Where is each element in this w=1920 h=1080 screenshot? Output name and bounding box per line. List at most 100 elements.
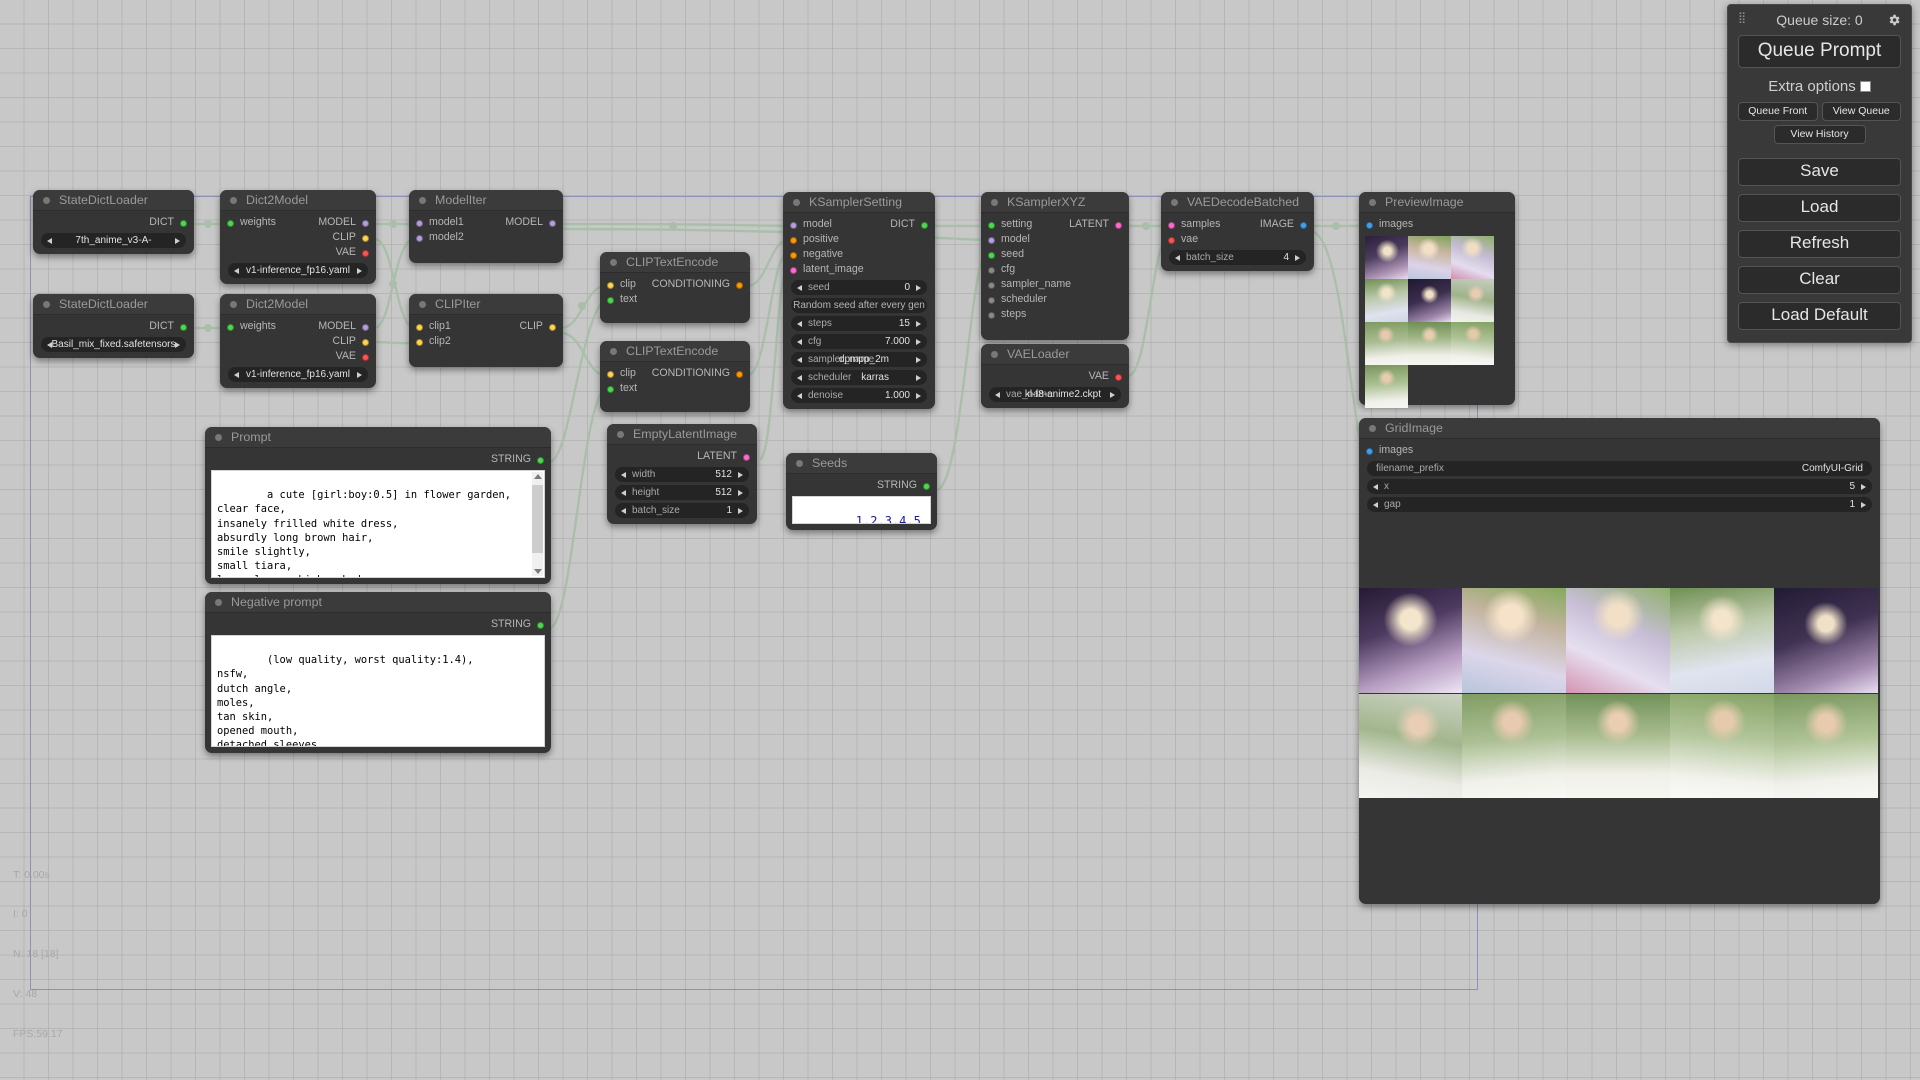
- collapse-dot-icon[interactable]: [215, 599, 222, 606]
- slot-dot-icon[interactable]: [988, 252, 995, 259]
- slot-dot-icon[interactable]: [736, 371, 743, 378]
- widget-config-name[interactable]: v1-inference_fp16.yaml: [228, 263, 368, 278]
- slot-dot-icon[interactable]: [1366, 448, 1373, 455]
- grid-thumbnail[interactable]: [1566, 694, 1670, 798]
- slot-dot-icon[interactable]: [537, 457, 544, 464]
- preview-thumbnail[interactable]: [1365, 322, 1408, 365]
- grid-thumbnail[interactable]: [1359, 694, 1462, 798]
- preview-thumbnail[interactable]: [1408, 322, 1451, 365]
- slot-dot-icon[interactable]: [988, 237, 995, 244]
- slot-dot-icon[interactable]: [921, 222, 928, 229]
- view-queue-button[interactable]: View Queue: [1822, 102, 1902, 121]
- input-slot-images[interactable]: images: [1359, 217, 1515, 232]
- arrow-left-icon[interactable]: [621, 508, 626, 514]
- widget-height[interactable]: height 512: [615, 485, 749, 500]
- slot-dot-icon[interactable]: [988, 297, 995, 304]
- slot-dot-icon[interactable]: [1300, 222, 1307, 229]
- arrow-left-icon[interactable]: [621, 490, 626, 496]
- input-slot-samples[interactable]: samples: [1161, 217, 1220, 232]
- slot-dot-icon[interactable]: [362, 324, 369, 331]
- node-title[interactable]: VAELoader: [981, 344, 1129, 365]
- grid-thumbnail[interactable]: [1462, 694, 1566, 798]
- node-title[interactable]: PreviewImage: [1359, 192, 1515, 213]
- collapse-dot-icon[interactable]: [617, 431, 624, 438]
- node-cliptextencode-2[interactable]: CLIPTextEncode clip CONDITIONING text: [600, 341, 750, 412]
- arrow-right-icon[interactable]: [916, 393, 921, 399]
- node-statedictloader-2[interactable]: StateDictLoader DICT Basil_mix_fixed.saf…: [33, 294, 194, 358]
- node-clipiter[interactable]: CLIPIter clip1 CLIP clip2: [409, 294, 563, 367]
- slot-dot-icon[interactable]: [362, 250, 369, 257]
- collapse-dot-icon[interactable]: [419, 301, 426, 308]
- slot-dot-icon[interactable]: [607, 297, 614, 304]
- slot-dot-icon[interactable]: [1366, 222, 1373, 229]
- clear-button[interactable]: Clear: [1738, 266, 1901, 294]
- output-slot-vae[interactable]: VAE: [981, 369, 1129, 384]
- slot-dot-icon[interactable]: [988, 222, 995, 229]
- node-modeliter[interactable]: ModelIter model1 MODEL model2: [409, 190, 563, 263]
- input-slot-cfg[interactable]: cfg: [981, 262, 1129, 277]
- load-button[interactable]: Load: [1738, 194, 1901, 222]
- extra-options-row[interactable]: Extra options: [1738, 77, 1901, 96]
- output-slot-clip[interactable]: CLIP: [220, 334, 376, 349]
- gear-icon[interactable]: [1887, 13, 1901, 27]
- slot-dot-icon[interactable]: [537, 622, 544, 629]
- preview-thumbnail[interactable]: [1365, 365, 1408, 408]
- node-title[interactable]: Seeds: [786, 453, 937, 474]
- node-title[interactable]: Dict2Model: [220, 294, 376, 315]
- grid-thumbnail[interactable]: [1670, 588, 1774, 693]
- output-slot-latent[interactable]: LATENT: [1069, 217, 1129, 232]
- output-slot-model[interactable]: MODEL: [505, 215, 563, 230]
- node-title[interactable]: Prompt: [205, 427, 551, 448]
- output-slot-clip[interactable]: CLIP: [519, 319, 563, 334]
- collapse-dot-icon[interactable]: [610, 348, 617, 355]
- save-button[interactable]: Save: [1738, 158, 1901, 186]
- output-slot-dict[interactable]: DICT: [890, 217, 935, 232]
- input-slot-weights[interactable]: weights: [220, 215, 276, 230]
- slot-dot-icon[interactable]: [790, 267, 797, 274]
- arrow-right-icon[interactable]: [738, 472, 743, 478]
- grid-image-output[interactable]: [1359, 588, 1880, 798]
- arrow-right-icon[interactable]: [738, 490, 743, 496]
- node-negative-prompt[interactable]: Negative prompt STRING (low quality, wor…: [205, 592, 551, 753]
- collapse-dot-icon[interactable]: [610, 259, 617, 266]
- slot-dot-icon[interactable]: [790, 237, 797, 244]
- scrollbar-thumb[interactable]: [532, 485, 543, 553]
- refresh-button[interactable]: Refresh: [1738, 230, 1901, 258]
- input-slot-negative[interactable]: negative: [783, 247, 935, 262]
- widget-seed[interactable]: seed 0: [791, 280, 927, 295]
- output-slot-vae[interactable]: VAE: [220, 245, 376, 260]
- output-slot-dict[interactable]: DICT: [33, 215, 194, 230]
- preview-thumbnail[interactable]: [1365, 279, 1408, 322]
- slot-dot-icon[interactable]: [743, 454, 750, 461]
- input-slot-model2[interactable]: model2: [409, 230, 563, 245]
- input-slot-clip2[interactable]: clip2: [409, 334, 563, 349]
- preview-thumbnail[interactable]: [1408, 236, 1451, 279]
- preview-thumbnail[interactable]: [1451, 279, 1494, 322]
- node-ksamplersetting[interactable]: KSamplerSetting model DICT positive nega…: [783, 192, 935, 409]
- arrow-right-icon[interactable]: [916, 321, 921, 327]
- output-slot-dict[interactable]: DICT: [33, 319, 194, 334]
- node-title[interactable]: CLIPTextEncode: [600, 252, 750, 273]
- input-slot-weights[interactable]: weights: [220, 319, 276, 334]
- grid-thumbnail[interactable]: [1774, 588, 1878, 693]
- node-title[interactable]: GridImage: [1359, 418, 1880, 439]
- slot-dot-icon[interactable]: [549, 324, 556, 331]
- input-slot-steps[interactable]: steps: [981, 307, 1129, 322]
- arrow-right-icon[interactable]: [1861, 484, 1866, 490]
- input-slot-clip[interactable]: clip: [600, 366, 636, 381]
- input-slot-clip1[interactable]: clip1: [409, 319, 451, 334]
- preview-thumbnail[interactable]: [1408, 279, 1451, 322]
- arrow-right-icon[interactable]: [357, 268, 362, 274]
- scroll-down-icon[interactable]: [534, 569, 542, 574]
- arrow-right-icon[interactable]: [738, 508, 743, 514]
- widget-ckpt-name[interactable]: Basil_mix_fixed.safetensors: [41, 337, 186, 352]
- widget-sampler-name[interactable]: sampler_name dpmpp_2m: [791, 352, 927, 367]
- output-slot-model[interactable]: MODEL: [318, 215, 376, 230]
- arrow-right-icon[interactable]: [916, 357, 921, 363]
- node-dict2model-1[interactable]: Dict2Model weights MODEL CLIP VAE: [220, 190, 376, 284]
- node-dict2model-2[interactable]: Dict2Model weights MODEL CLIP VAE: [220, 294, 376, 388]
- queue-prompt-button[interactable]: Queue Prompt: [1738, 35, 1901, 68]
- slot-dot-icon[interactable]: [362, 235, 369, 242]
- node-title[interactable]: StateDictLoader: [33, 294, 194, 315]
- slot-dot-icon[interactable]: [736, 282, 743, 289]
